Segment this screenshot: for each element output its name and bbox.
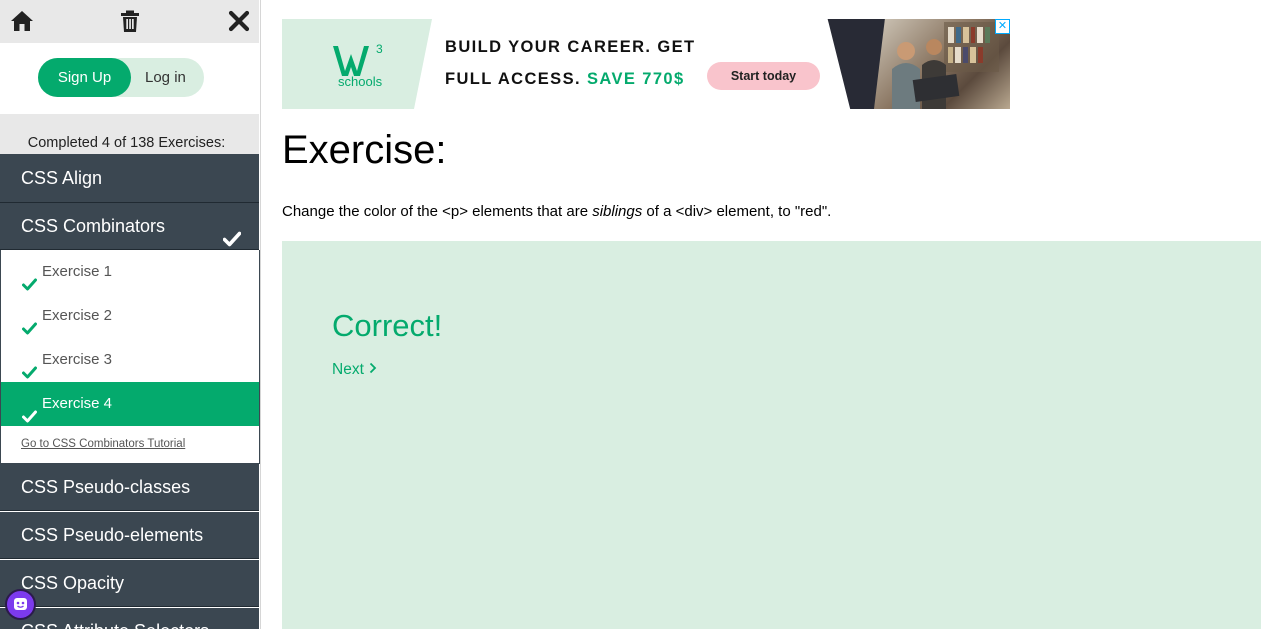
- section-label: CSS Combinators: [21, 216, 166, 236]
- section-css-opacity[interactable]: CSS Opacity: [0, 560, 259, 607]
- check-icon: [222, 218, 242, 247]
- exercise-label: Exercise 1: [42, 263, 113, 280]
- ad-subheadline: FULL ACCESS. SAVE 770$: [445, 70, 685, 89]
- sidebar-toolbar: [0, 0, 259, 43]
- close-icon[interactable]: [226, 8, 252, 34]
- chevron-right-icon: [368, 361, 378, 378]
- exercise-item-1[interactable]: Exercise 1: [1, 250, 259, 294]
- instruction-text: Change the color of the <p> elements tha…: [282, 203, 593, 220]
- exercise-item-2[interactable]: Exercise 2: [1, 294, 259, 338]
- section-css-attribute-selectors[interactable]: CSS Attribute Selectors: [0, 608, 259, 629]
- ad-line2-text: FULL ACCESS.: [445, 70, 581, 88]
- advertisement-banner[interactable]: 3 schools BUILD YOUR CAREER. GET FULL AC…: [282, 19, 1010, 109]
- exercise-item-4[interactable]: Exercise 4: [1, 382, 259, 426]
- signup-button[interactable]: Sign Up: [38, 58, 131, 97]
- trash-icon[interactable]: [117, 8, 143, 34]
- section-css-pseudo-elements[interactable]: CSS Pseudo-elements: [0, 512, 259, 559]
- section-label: CSS Opacity: [21, 573, 125, 593]
- section-label: CSS Attribute Selectors: [21, 621, 209, 629]
- exercise-item-3[interactable]: Exercise 3: [1, 338, 259, 382]
- w3schools-logo: 3 schools: [333, 42, 383, 89]
- result-title: Correct!: [332, 308, 443, 343]
- section-label: CSS Pseudo-elements: [21, 525, 204, 545]
- home-icon[interactable]: [9, 8, 35, 34]
- section-css-combinators[interactable]: CSS Combinators: [0, 203, 259, 250]
- check-icon: [22, 353, 37, 379]
- tutorial-link[interactable]: Go to CSS Combinators Tutorial: [21, 438, 185, 450]
- ad-photo: [874, 19, 1010, 109]
- section-label: CSS Align: [21, 168, 103, 188]
- ad-headline: BUILD YOUR CAREER. GET: [445, 38, 696, 56]
- exercise-label: Exercise 3: [42, 351, 113, 368]
- result-panel: Correct! Next: [282, 241, 1261, 629]
- ad-logo-panel: 3 schools: [282, 19, 432, 109]
- check-icon: [22, 309, 37, 335]
- exercise-label: Exercise 4: [42, 395, 113, 412]
- exercise-sidebar: Sign Up Log in Completed 4 of 138 Exerci…: [0, 0, 261, 629]
- ad-logo-sup: 3: [376, 42, 383, 56]
- chat-icon[interactable]: [5, 589, 36, 620]
- instruction-emphasis: siblings: [592, 203, 643, 220]
- section-label: CSS Pseudo-classes: [21, 477, 191, 497]
- login-button[interactable]: Log in: [131, 58, 204, 97]
- next-label: Next: [332, 361, 364, 378]
- progress-text: Completed 4 of 138 Exercises:: [27, 135, 226, 151]
- exercise-label: Exercise 2: [42, 307, 113, 324]
- next-link[interactable]: Next: [332, 361, 378, 379]
- exercise-instruction: Change the color of the <p> elements tha…: [282, 203, 831, 220]
- ad-save-text: SAVE 770$: [586, 70, 685, 88]
- ad-logo-text: schools: [338, 74, 383, 89]
- page-title: Exercise:: [282, 128, 447, 172]
- ad-cta-button[interactable]: Start today: [707, 62, 820, 90]
- auth-toggle: Sign Up Log in: [38, 58, 204, 97]
- check-icon: [22, 265, 37, 291]
- section-css-align[interactable]: CSS Align: [0, 154, 259, 203]
- section-css-pseudo-classes[interactable]: CSS Pseudo-classes: [0, 464, 259, 511]
- ad-close-icon[interactable]: ✕: [995, 19, 1010, 34]
- check-icon: [22, 397, 37, 423]
- instruction-text-end: of a <div> element, to "red".: [642, 203, 832, 220]
